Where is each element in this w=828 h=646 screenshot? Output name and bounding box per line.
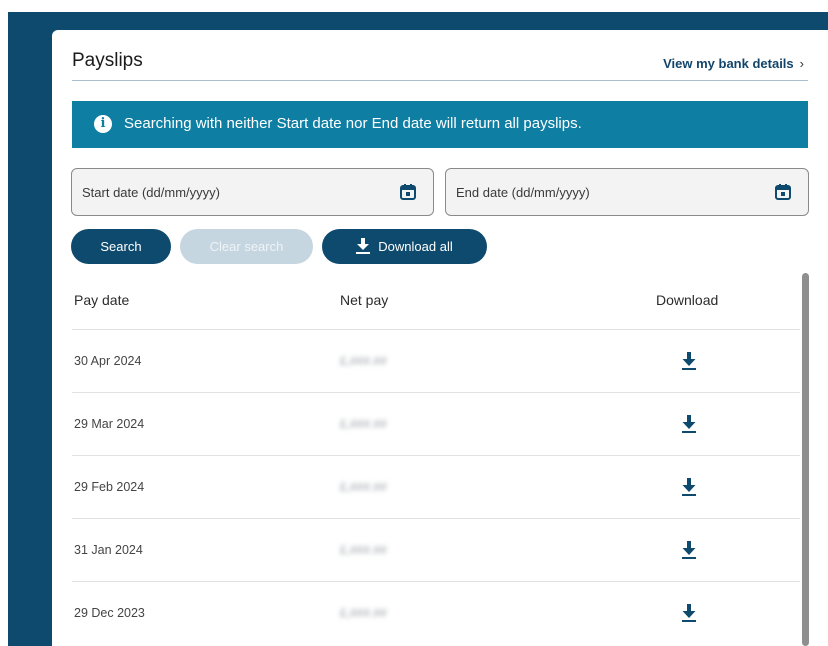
download-icon[interactable] [682, 604, 696, 622]
calendar-icon[interactable] [774, 183, 792, 201]
download-all-button[interactable]: Download all [322, 229, 487, 264]
table-row: 29 Mar 2024 £,###.## [72, 392, 800, 456]
download-icon[interactable] [682, 541, 696, 559]
clear-search-button[interactable]: Clear search [180, 229, 313, 264]
table-row: 30 Apr 2024 £,###.## [72, 329, 800, 393]
start-date-placeholder: Start date (dd/mm/yyyy) [82, 185, 220, 200]
end-date-placeholder: End date (dd/mm/yyyy) [456, 185, 590, 200]
info-banner-text: Searching with neither Start date nor En… [124, 115, 582, 132]
net-pay-cell: £,###.## [340, 354, 387, 368]
search-button[interactable]: Search [71, 229, 171, 264]
download-icon[interactable] [682, 415, 696, 433]
table-row: 29 Feb 2024 £,###.## [72, 455, 800, 519]
calendar-icon[interactable] [399, 183, 417, 201]
payslips-card: Payslips View my bank details › i Searchi… [52, 30, 828, 646]
pay-date-cell: 29 Feb 2024 [74, 480, 145, 494]
column-header-net-pay[interactable]: Net pay [340, 292, 388, 308]
net-pay-cell: £,###.## [340, 543, 387, 557]
page-title: Payslips [72, 50, 143, 71]
vertical-scrollbar[interactable] [802, 273, 809, 646]
download-icon[interactable] [682, 352, 696, 370]
download-icon[interactable] [682, 478, 696, 496]
net-pay-cell: £,###.## [340, 480, 387, 494]
app-frame: Payslips View my bank details › i Searchi… [0, 0, 828, 646]
start-date-field[interactable]: Start date (dd/mm/yyyy) [71, 168, 434, 216]
chevron-right-icon: › [799, 56, 804, 71]
info-banner: i Searching with neither Start date nor … [72, 101, 808, 148]
info-icon: i [94, 115, 112, 133]
column-header-pay-date[interactable]: Pay date [74, 292, 129, 308]
pay-date-cell: 29 Mar 2024 [74, 417, 145, 431]
table-row: 29 Dec 2023 £,###.## [72, 581, 800, 645]
view-bank-details-label: View my bank details [663, 56, 794, 71]
pay-date-cell: 30 Apr 2024 [74, 354, 142, 368]
table-row: 31 Jan 2024 £,###.## [72, 518, 800, 582]
net-pay-cell: £,###.## [340, 606, 387, 620]
pay-date-cell: 31 Jan 2024 [74, 543, 143, 557]
download-icon [356, 237, 371, 254]
view-bank-details-link[interactable]: View my bank details › [663, 56, 804, 71]
column-header-download: Download [656, 292, 719, 308]
download-all-label: Download all [378, 239, 453, 254]
end-date-field[interactable]: End date (dd/mm/yyyy) [445, 168, 809, 216]
pay-date-cell: 29 Dec 2023 [74, 606, 145, 620]
net-pay-cell: £,###.## [340, 417, 387, 431]
card-header: Payslips View my bank details › [72, 48, 808, 81]
